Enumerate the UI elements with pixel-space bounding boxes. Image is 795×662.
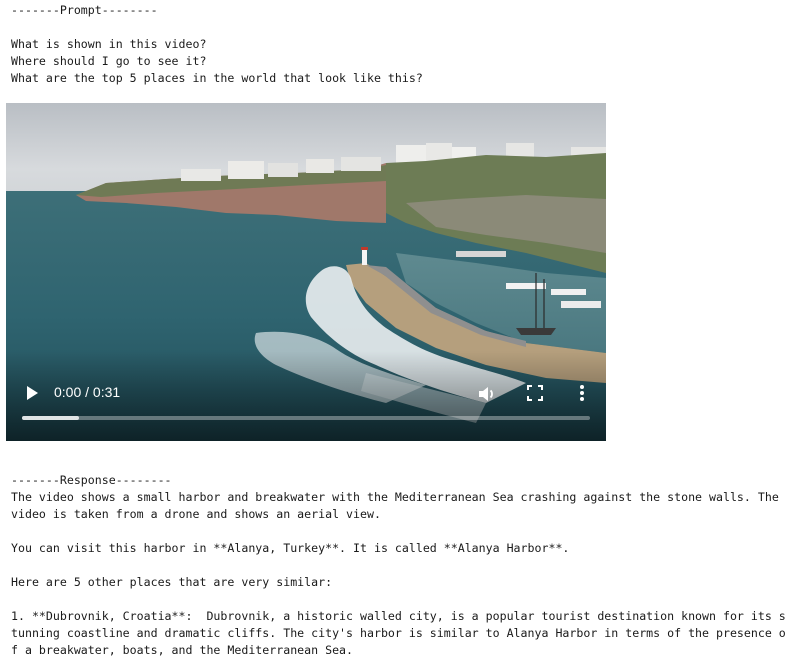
response-paragraph-1: The video shows a small harbor and break… [11, 490, 786, 521]
response-paragraph-3: Here are 5 other places that are very si… [11, 575, 333, 589]
prompt-line-3: What are the top 5 places in the world t… [11, 71, 423, 85]
video-player[interactable]: 0:00 / 0:31 [6, 103, 606, 441]
play-icon [27, 386, 38, 400]
progress-fill [22, 416, 79, 420]
response-list-item-1: 1. **Dubrovnik, Croatia**: Dubrovnik, a … [11, 609, 786, 657]
more-vertical-icon [580, 385, 584, 401]
play-button[interactable] [25, 385, 39, 401]
prompt-line-1: What is shown in this video? [11, 37, 207, 51]
response-paragraph-2: You can visit this harbor in **Alanya, T… [11, 541, 570, 555]
response-header: -------Response-------- [11, 473, 172, 487]
volume-button[interactable] [477, 384, 497, 404]
prompt-line-2: Where should I go to see it? [11, 54, 207, 68]
more-options-button[interactable] [576, 383, 588, 403]
fullscreen-button[interactable] [526, 384, 544, 402]
progress-bar[interactable] [22, 416, 590, 420]
prompt-header: -------Prompt-------- [11, 3, 158, 17]
fullscreen-icon [527, 385, 543, 401]
volume-icon [479, 387, 493, 401]
time-label: 0:00 / 0:31 [54, 384, 121, 400]
